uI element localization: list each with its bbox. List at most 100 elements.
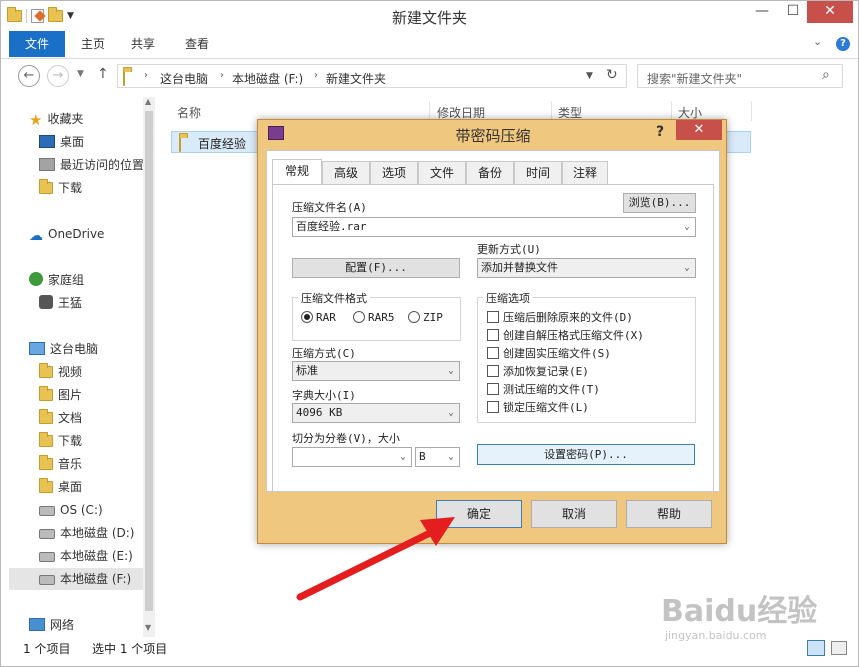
split-volumes-label: 切分为分卷(V)，大小 [292, 432, 400, 445]
sidebar-item-this-pc[interactable]: 这台电脑 [29, 338, 98, 360]
update-mode-select[interactable]: 添加并替换文件 ⌄ [477, 258, 696, 278]
close-button[interactable]: ✕ [807, 1, 853, 23]
column-divider[interactable] [671, 101, 672, 121]
column-divider[interactable] [751, 101, 752, 121]
tab-files[interactable]: 文件 [418, 161, 466, 185]
archive-name-field[interactable]: 百度经验.rar ⌄ [292, 217, 696, 237]
address-box[interactable]: › 这台电脑 › 本地磁盘 (F:) › 新建文件夹 ▼ ↻ [117, 64, 627, 88]
sidebar-item-onedrive[interactable]: ☁ OneDrive [29, 223, 104, 245]
dictionary-select[interactable]: 4096 KB ⌄ [292, 403, 460, 423]
maximize-button[interactable]: ☐ [779, 1, 807, 23]
tab-backup[interactable]: 备份 [466, 161, 514, 185]
sidebar-item-favorites[interactable]: ★ 收藏夹 [29, 108, 83, 130]
sidebar-item-drive-d[interactable]: 本地磁盘 (D:) [39, 522, 134, 544]
ok-button[interactable]: 确定 [436, 500, 522, 528]
sidebar-item-network[interactable]: 网络 [29, 614, 74, 636]
tab-share[interactable]: 共享 [123, 31, 163, 57]
option-recovery[interactable]: 添加恢复记录(E) [487, 363, 589, 379]
method-label: 压缩方式(C) [292, 347, 356, 360]
sidebar-item-downloads[interactable]: 下载 [39, 177, 82, 199]
tab-options[interactable]: 选项 [370, 161, 418, 185]
tab-view[interactable]: 查看 [177, 31, 217, 57]
search-icon[interactable]: ⌕ [822, 67, 830, 83]
sidebar-item-recent[interactable]: 最近访问的位置 [39, 154, 144, 176]
sidebar-item-music[interactable]: 音乐 [39, 453, 82, 475]
option-lock[interactable]: 锁定压缩文件(L) [487, 399, 589, 415]
scroll-down-icon[interactable]: ▼ [145, 623, 151, 632]
folder-icon [39, 363, 53, 378]
split-size-field[interactable]: ⌄ [292, 447, 412, 467]
format-zip-radio[interactable]: ZIP [408, 311, 443, 324]
recent-locations-icon[interactable]: ▼ [77, 69, 84, 79]
sidebar-item-pictures[interactable]: 图片 [39, 384, 82, 406]
sidebar-item-drive-c[interactable]: OS (C:) [39, 499, 103, 521]
column-divider[interactable] [551, 101, 552, 121]
sidebar-scrollbar[interactable]: ▲ ▼ [143, 97, 155, 637]
sidebar-item-pc-desktop[interactable]: 桌面 [39, 476, 82, 498]
dialog-close-button[interactable]: ✕ [676, 120, 722, 140]
dialog-help-icon[interactable]: ? [656, 124, 664, 140]
chevron-down-icon[interactable]: ⌄ [445, 362, 457, 380]
breadcrumb-drive-f[interactable]: 本地磁盘 (F:) [232, 70, 303, 87]
set-password-button[interactable]: 设置密码(P)... [477, 444, 695, 465]
drive-icon [39, 575, 55, 585]
watermark-url: jingyan.baidu.com [665, 629, 767, 642]
tab-home[interactable]: 主页 [73, 31, 113, 57]
scroll-thumb[interactable] [145, 111, 153, 611]
option-solid[interactable]: 创建固实压缩文件(S) [487, 345, 611, 361]
profiles-button[interactable]: 配置(F)... [292, 258, 460, 278]
folder-icon [123, 70, 125, 86]
large-icons-view-icon[interactable] [831, 641, 847, 655]
homegroup-icon [29, 272, 43, 286]
tab-comment[interactable]: 注释 [562, 161, 608, 185]
details-view-icon[interactable] [807, 640, 825, 656]
chevron-down-icon[interactable]: ⌄ [681, 218, 693, 236]
chevron-down-icon[interactable]: ⌄ [445, 404, 457, 422]
chevron-down-icon[interactable]: ⌄ [681, 259, 693, 277]
sidebar-item-drive-f[interactable]: 本地磁盘 (F:) [9, 568, 143, 590]
chevron-down-icon[interactable]: ⌄ [445, 448, 457, 466]
chevron-down-icon[interactable]: ⌄ [397, 448, 409, 466]
sidebar-item-user[interactable]: 王猛 [39, 292, 82, 314]
folder-icon [39, 455, 53, 470]
format-rar-radio[interactable]: RAR [301, 311, 336, 324]
help-icon[interactable]: ? [836, 37, 850, 51]
option-test[interactable]: 测试压缩的文件(T) [487, 381, 600, 397]
computer-icon [29, 342, 45, 355]
scroll-up-icon[interactable]: ▲ [145, 97, 151, 106]
method-select[interactable]: 标准 ⌄ [292, 361, 460, 381]
column-divider[interactable] [429, 101, 430, 121]
address-dropdown-icon[interactable]: ▼ [586, 71, 593, 81]
browse-button[interactable]: 浏览(B)... [623, 193, 696, 213]
tab-file[interactable]: 文件 [9, 31, 65, 57]
sidebar-item-desktop[interactable]: 桌面 [39, 131, 84, 153]
forward-button[interactable]: → [47, 65, 69, 87]
minimize-button[interactable]: — [748, 1, 776, 23]
up-button[interactable]: ↑ [97, 66, 109, 82]
sidebar-item-drive-e[interactable]: 本地磁盘 (E:) [39, 545, 133, 567]
expand-ribbon-icon[interactable]: ⌄ [813, 35, 822, 48]
search-input[interactable]: 搜索"新建文件夹" ⌕ [637, 64, 843, 88]
recent-icon [39, 158, 55, 171]
split-unit-select[interactable]: B ⌄ [415, 447, 460, 467]
sidebar-item-pc-downloads[interactable]: 下载 [39, 430, 82, 452]
update-mode-label: 更新方式(U) [477, 243, 541, 256]
sidebar-item-homegroup[interactable]: 家庭组 [29, 269, 84, 291]
tab-general[interactable]: 常规 [272, 159, 322, 185]
breadcrumb-new-folder[interactable]: 新建文件夹 [326, 70, 386, 87]
tab-advanced[interactable]: 高级 [322, 161, 370, 185]
option-delete-after[interactable]: 压缩后删除原来的文件(D) [487, 309, 633, 325]
column-header-name[interactable]: 名称 [177, 104, 201, 121]
option-sfx[interactable]: 创建自解压格式压缩文件(X) [487, 327, 644, 343]
chevron-right-icon: › [144, 70, 148, 81]
refresh-icon[interactable]: ↻ [606, 67, 618, 83]
breadcrumb-this-pc[interactable]: 这台电脑 [160, 70, 208, 87]
cancel-button[interactable]: 取消 [531, 500, 617, 528]
sidebar-item-videos[interactable]: 视频 [39, 361, 82, 383]
tab-time[interactable]: 时间 [514, 161, 562, 185]
help-button[interactable]: 帮助 [626, 500, 712, 528]
chevron-right-icon: › [314, 70, 318, 81]
sidebar-item-documents[interactable]: 文档 [39, 407, 82, 429]
back-button[interactable]: ← [18, 65, 40, 87]
format-rar5-radio[interactable]: RAR5 [353, 311, 395, 324]
